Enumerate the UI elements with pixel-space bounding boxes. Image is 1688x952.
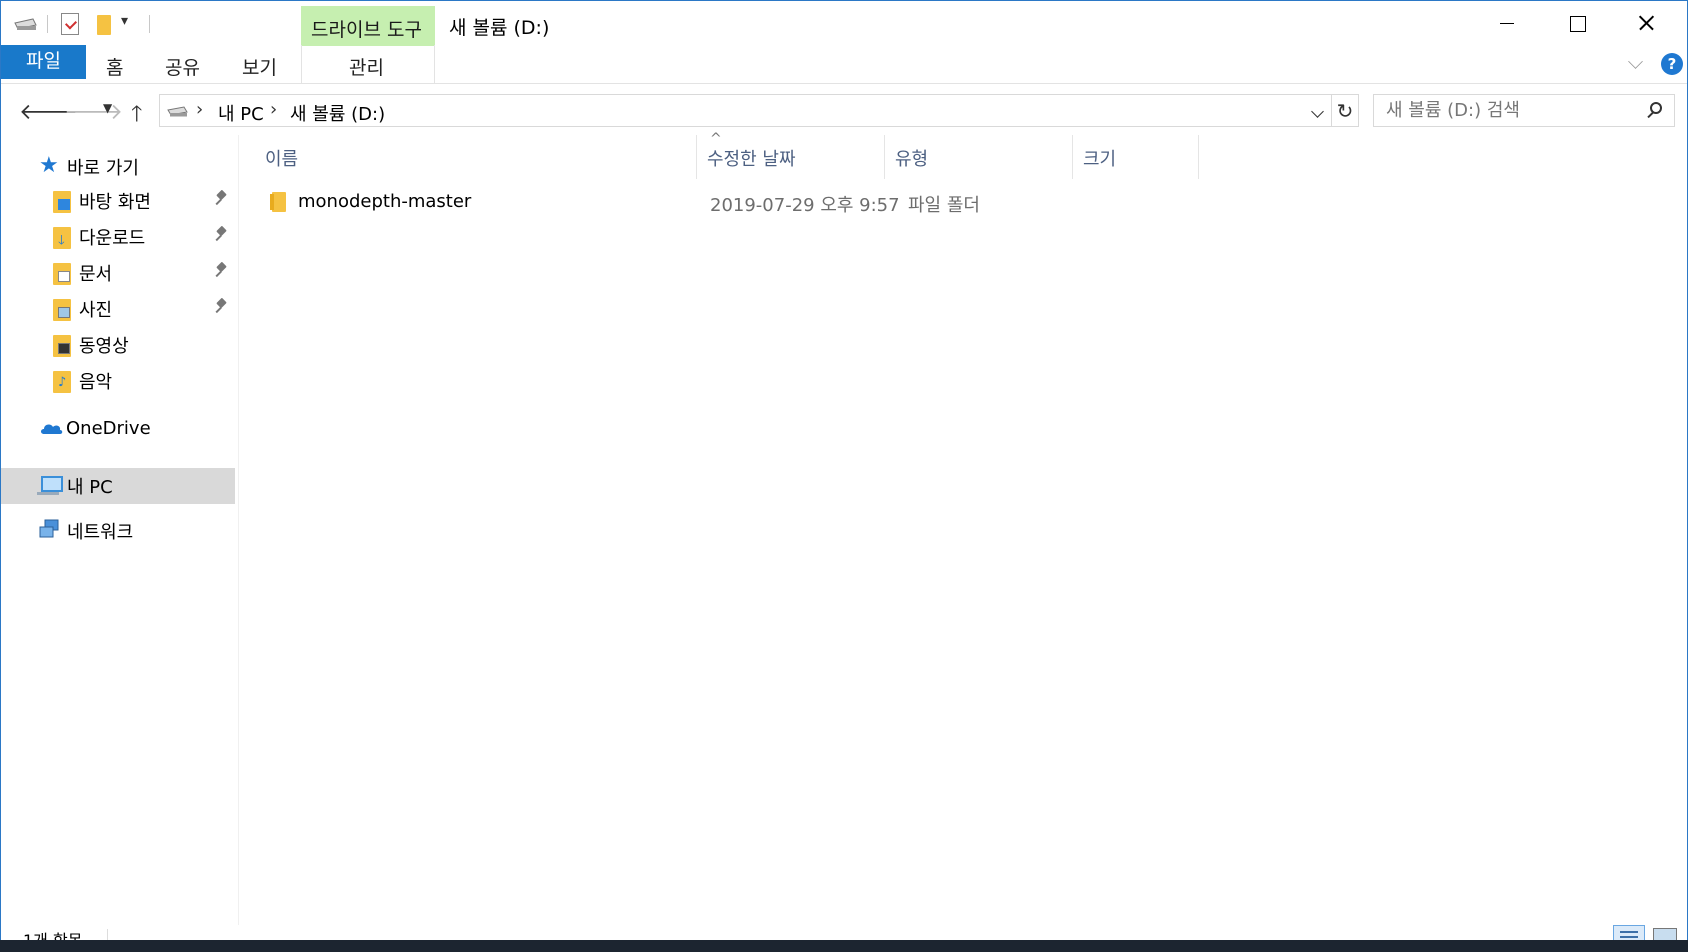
computer-icon: [37, 476, 63, 495]
nav-item-pictures[interactable]: 사진: [1, 291, 235, 327]
refresh-button[interactable]: ↻: [1332, 94, 1359, 127]
nav-quick-access-label: 바로 가기: [67, 158, 139, 179]
drive-icon: [167, 106, 188, 117]
file-type: 파일 폴더: [908, 195, 980, 216]
recent-locations-icon[interactable]: ▼: [103, 101, 112, 115]
nav-item-label: 사진: [79, 300, 113, 321]
breadcrumb-this-pc[interactable]: 내 PC: [218, 100, 264, 126]
customize-qat-icon[interactable]: ▾: [121, 13, 128, 29]
nav-item-documents[interactable]: 문서: [1, 255, 235, 291]
downloads-folder-icon: 🡓: [53, 227, 71, 249]
breadcrumb-volume[interactable]: 새 볼륨 (D:): [290, 100, 385, 126]
drive-tools-group: 드라이브 도구: [301, 6, 435, 46]
column-header-size[interactable]: 크기: [1073, 135, 1199, 179]
window-title: 새 볼륨 (D:): [449, 17, 550, 39]
search-input[interactable]: [1374, 95, 1634, 126]
pin-icon[interactable]: [215, 227, 227, 243]
network-icon: [39, 519, 59, 538]
close-button[interactable]: [1612, 1, 1682, 45]
minimize-button[interactable]: [1472, 1, 1542, 45]
taskbar-edge: [0, 940, 1688, 952]
navigation-bar: 🡐 🡒 ▼ 🡑 › 내 PC › 새 볼륨 (D:) ↻: [1, 85, 1687, 135]
nav-item-desktop[interactable]: 바탕 화면: [1, 183, 235, 219]
folder-icon: [270, 192, 286, 212]
search-box[interactable]: [1373, 94, 1675, 127]
column-header-name[interactable]: 이름: [255, 135, 697, 179]
nav-onedrive-label: OneDrive: [66, 418, 151, 439]
onedrive-cloud-icon: [41, 424, 63, 434]
qat-separator: [149, 15, 150, 33]
drive-tools-label: 드라이브 도구: [311, 19, 422, 41]
nav-item-music[interactable]: ♪ 음악: [1, 363, 235, 399]
drive-icon[interactable]: [13, 17, 37, 31]
tab-manage[interactable]: 관리: [349, 53, 384, 80]
expand-ribbon-icon[interactable]: [1628, 54, 1643, 69]
nav-network-label: 네트워크: [67, 522, 134, 543]
star-icon: ★: [39, 153, 59, 178]
column-label: 크기: [1083, 149, 1117, 170]
breadcrumb-chevron-icon[interactable]: ›: [270, 99, 277, 120]
pin-icon[interactable]: [215, 299, 227, 315]
column-label: 이름: [265, 149, 299, 170]
new-folder-icon[interactable]: [97, 15, 111, 35]
file-list: 이름 ^ 수정한 날짜 유형 크기 monodepth-master 2019-…: [240, 131, 1687, 925]
up-button[interactable]: 🡑: [131, 97, 142, 135]
tab-file[interactable]: 파일: [1, 45, 86, 79]
tab-view[interactable]: 보기: [242, 53, 277, 80]
nav-item-label: 동영상: [79, 336, 129, 357]
nav-item-label: 다운로드: [79, 228, 146, 249]
nav-quick-access[interactable]: ★ 바로 가기: [1, 149, 235, 185]
column-label: 유형: [895, 149, 929, 170]
file-row[interactable]: monodepth-master 2019-07-29 오후 9:57 파일 폴…: [268, 186, 1388, 220]
nav-item-downloads[interactable]: 🡓 다운로드: [1, 219, 235, 255]
file-name: monodepth-master: [298, 191, 472, 212]
nav-onedrive[interactable]: OneDrive: [1, 413, 235, 449]
maximize-button[interactable]: [1542, 1, 1612, 45]
ribbon-tabs: 파일 홈 공유 보기 관리 ?: [1, 45, 1687, 84]
properties-icon[interactable]: [61, 13, 79, 35]
nav-this-pc-label: 내 PC: [67, 477, 113, 498]
videos-folder-icon: [53, 335, 71, 357]
nav-item-label: 바탕 화면: [79, 192, 151, 213]
pictures-folder-icon: [53, 299, 71, 321]
qat-separator: [47, 15, 48, 33]
desktop-folder-icon: [53, 191, 71, 213]
tab-home[interactable]: 홈: [106, 53, 123, 80]
nav-item-videos[interactable]: 동영상: [1, 327, 235, 363]
nav-network[interactable]: 네트워크: [1, 513, 235, 549]
column-label: 수정한 날짜: [707, 149, 796, 170]
documents-folder-icon: [53, 263, 71, 285]
pin-icon[interactable]: [215, 191, 227, 207]
breadcrumb-chevron-icon[interactable]: ›: [196, 99, 203, 120]
nav-this-pc[interactable]: 내 PC: [1, 468, 235, 504]
forward-button[interactable]: 🡒: [64, 99, 123, 125]
column-header-type[interactable]: 유형: [885, 135, 1073, 179]
address-dropdown-icon[interactable]: [1311, 105, 1324, 118]
navigation-pane: ★ 바로 가기 바탕 화면 🡓 다운로드 문서 사진 동영상 ♪ 음악 OneD…: [1, 135, 239, 925]
search-icon[interactable]: [1650, 102, 1662, 114]
file-modified: 2019-07-29 오후 9:57: [710, 195, 900, 216]
nav-item-label: 음악: [79, 372, 113, 393]
title-bar: ▾ 드라이브 도구 새 볼륨 (D:): [1, 1, 1687, 46]
pin-icon[interactable]: [215, 263, 227, 279]
nav-item-label: 문서: [79, 264, 113, 285]
music-folder-icon: ♪: [53, 371, 71, 393]
explorer-window: ▾ 드라이브 도구 새 볼륨 (D:) 파일 홈 공유 보기 관리 ? 🡐 🡒 …: [0, 0, 1688, 952]
tab-share[interactable]: 공유: [165, 53, 200, 80]
column-header-modified[interactable]: 수정한 날짜: [697, 135, 885, 179]
address-bar[interactable]: › 내 PC › 새 볼륨 (D:): [159, 94, 1332, 127]
help-icon[interactable]: ?: [1661, 53, 1683, 75]
